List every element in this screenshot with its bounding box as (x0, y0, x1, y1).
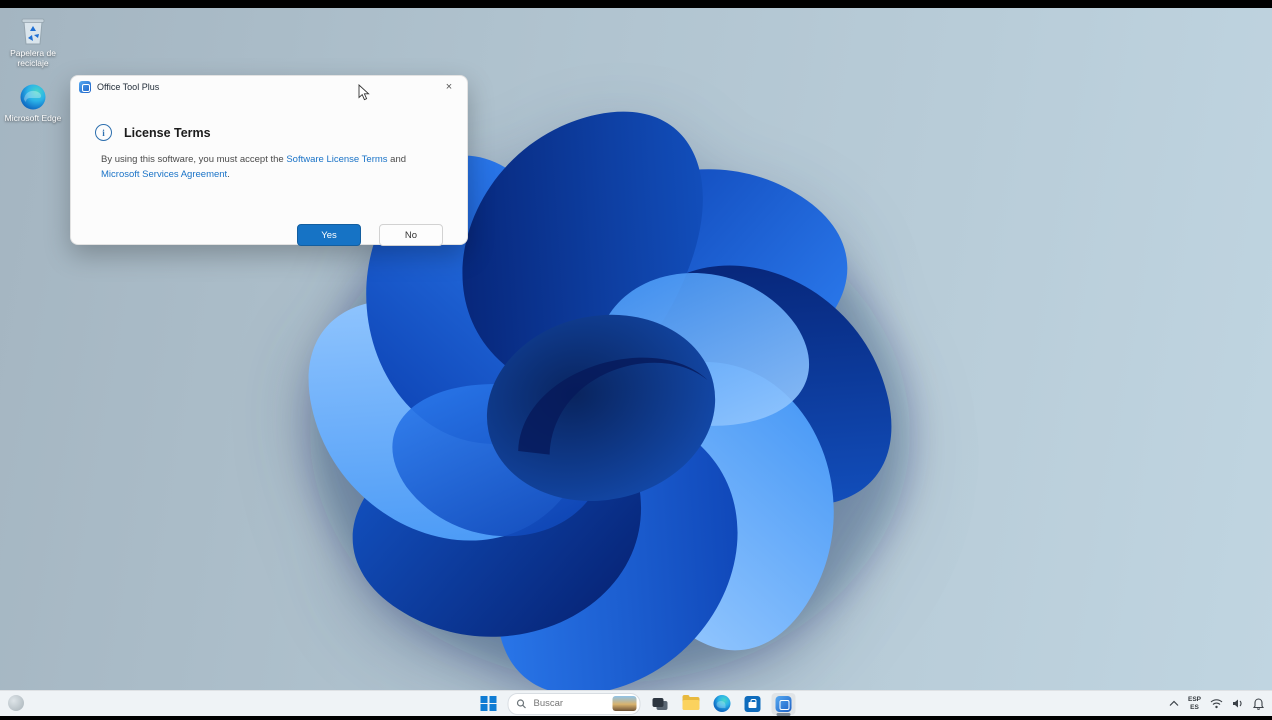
search-highlight-image[interactable] (612, 696, 637, 711)
hidden-icons-chevron-icon[interactable] (1169, 700, 1179, 707)
dialog-title: Office Tool Plus (97, 82, 160, 92)
search-box[interactable] (507, 692, 641, 715)
microsoft-store-icon[interactable] (741, 693, 765, 715)
desktop-icon-label: Papelera de reciclaje (10, 48, 56, 68)
letterbox-top (0, 0, 1272, 8)
body-text: By using this software, you must accept … (101, 154, 287, 165)
dialog-body-text: By using this software, you must accept … (101, 152, 431, 182)
taskbar-center (477, 691, 796, 716)
dialog-heading: License Terms (124, 125, 211, 140)
start-button[interactable] (477, 693, 501, 715)
office-tool-plus-taskbar-icon[interactable] (771, 692, 796, 716)
mouse-cursor (358, 84, 370, 101)
task-view-icon[interactable] (648, 693, 672, 715)
recycle-bin-icon (21, 18, 45, 45)
dialog-content: i License Terms By using this software, … (71, 98, 467, 246)
search-icon (516, 698, 526, 708)
notification-bell-icon[interactable] (1253, 697, 1264, 710)
widget-icon[interactable] (8, 695, 24, 711)
network-icon[interactable] (1210, 698, 1223, 709)
license-terms-dialog: Office Tool Plus × i License Terms By us… (70, 75, 468, 246)
dialog-buttons: Yes No (297, 224, 443, 246)
no-button[interactable]: No (379, 224, 443, 246)
yes-button[interactable]: Yes (297, 224, 361, 246)
dialog-titlebar[interactable]: Office Tool Plus × (71, 76, 467, 98)
edge-taskbar-icon[interactable] (710, 693, 734, 715)
edge-icon (20, 84, 46, 110)
software-license-terms-link[interactable]: Software License Terms (286, 154, 387, 165)
taskbar: ESP ES (0, 690, 1272, 716)
windows-logo-icon (480, 695, 497, 712)
desktop-icon-edge[interactable]: Microsoft Edge (4, 83, 62, 124)
system-tray: ESP ES (1169, 691, 1264, 716)
close-icon[interactable]: × (435, 77, 463, 97)
search-input[interactable] (531, 697, 608, 710)
body-text: . (227, 169, 230, 181)
language-indicator[interactable]: ESP ES (1188, 696, 1201, 712)
desktop-icon-label: Microsoft Edge (4, 112, 62, 123)
file-explorer-icon[interactable] (679, 693, 703, 715)
desktop-wallpaper: Papelera de reciclaje Microsoft Edge Off… (0, 8, 1272, 691)
body-text: and (387, 154, 407, 165)
info-icon: i (95, 124, 112, 141)
volume-icon[interactable] (1232, 698, 1244, 709)
desktop-icon-recycle-bin[interactable]: Papelera de reciclaje (4, 14, 62, 69)
desktop-icons: Papelera de reciclaje Microsoft Edge (4, 14, 62, 123)
letterbox-bottom (0, 716, 1272, 720)
screen: Papelera de reciclaje Microsoft Edge Off… (0, 0, 1272, 720)
microsoft-services-agreement-link[interactable]: Microsoft Services Agreement (101, 169, 227, 180)
office-tool-plus-icon (79, 81, 91, 93)
